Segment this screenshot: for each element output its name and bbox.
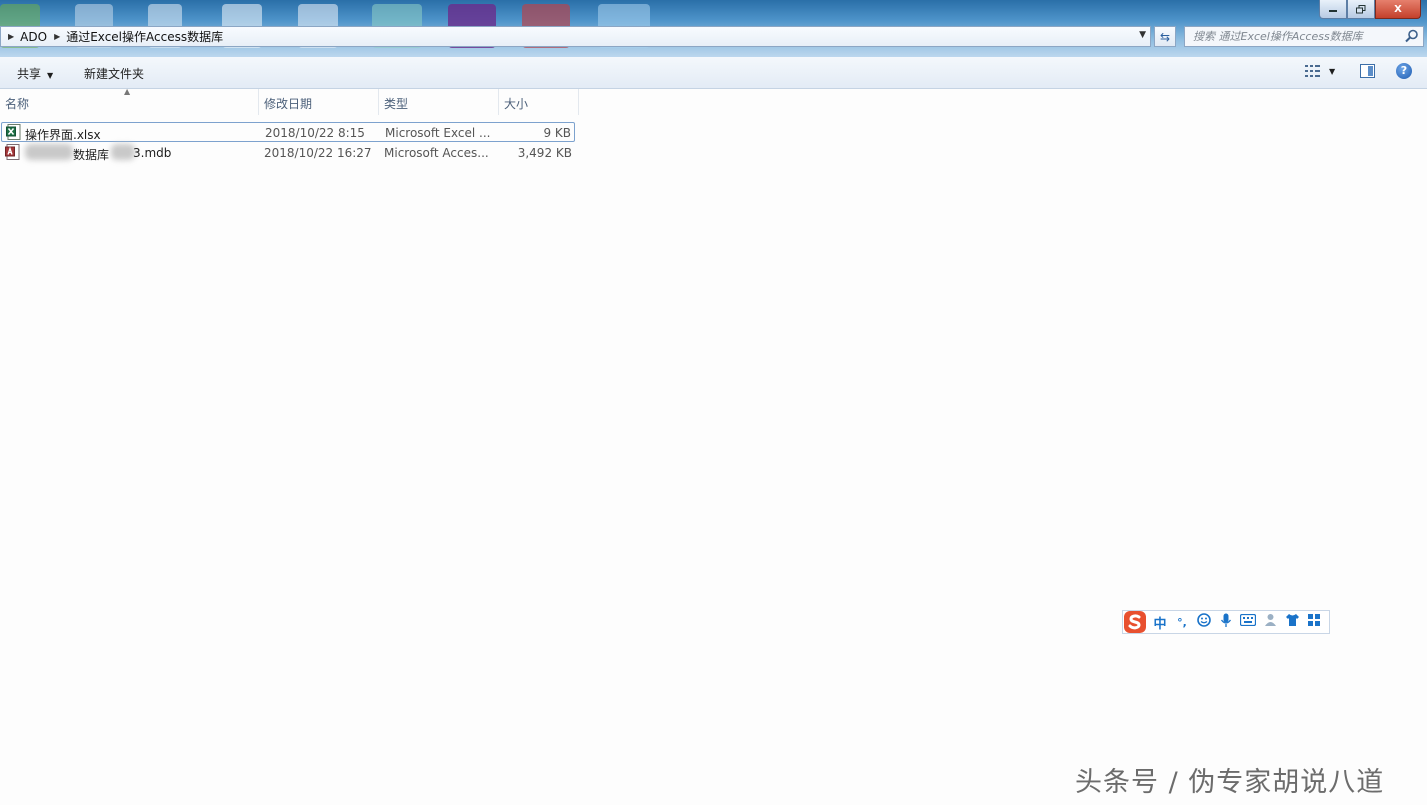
command-bar: 共享 ▼ 新建文件夹 ▼ ? xyxy=(0,57,1427,89)
window-controls: X xyxy=(1319,0,1421,19)
sogou-logo-icon[interactable] xyxy=(1123,610,1149,634)
close-icon: X xyxy=(1394,3,1402,15)
excel-file-icon xyxy=(6,124,21,140)
redacted-text xyxy=(25,144,73,160)
column-type[interactable]: 类型 xyxy=(379,89,499,115)
breadcrumb-item[interactable]: ADO xyxy=(20,30,47,44)
file-row[interactable]: 操作界面.xlsx 2018/10/22 8:15 Microsoft Exce… xyxy=(1,122,575,142)
file-type: Microsoft Acces... xyxy=(384,146,489,160)
keyboard-icon[interactable] xyxy=(1237,613,1259,630)
column-size[interactable]: 大小 xyxy=(499,89,579,115)
file-row[interactable]: 数据库 3.mdb 2018/10/22 16:27 Microsoft Acc… xyxy=(1,143,575,163)
help-icon[interactable]: ? xyxy=(1396,63,1412,79)
minimize-icon xyxy=(1329,10,1337,12)
new-folder-label: 新建文件夹 xyxy=(84,67,145,81)
user-icon[interactable] xyxy=(1259,613,1281,631)
emoji-icon[interactable] xyxy=(1193,613,1215,631)
search-input[interactable] xyxy=(1185,29,1405,44)
ime-punctuation-toggle[interactable]: °, xyxy=(1171,616,1193,629)
column-header-row: ▲ 名称 修改日期 类型 大小 xyxy=(0,87,580,115)
address-dropdown-icon[interactable]: ▼ xyxy=(1139,30,1146,40)
details-view-icon xyxy=(1305,65,1320,77)
ime-mode-toggle[interactable]: 中 xyxy=(1149,613,1171,632)
new-folder-button[interactable]: 新建文件夹 xyxy=(84,65,144,82)
file-type: Microsoft Excel ... xyxy=(385,126,491,140)
toolbox-icon[interactable] xyxy=(1303,613,1325,631)
restore-button[interactable] xyxy=(1347,0,1375,19)
breadcrumb-item[interactable]: 通过Excel操作Access数据库 xyxy=(66,28,223,45)
column-date-modified[interactable]: 修改日期 xyxy=(259,89,379,115)
share-button[interactable]: 共享 ▼ xyxy=(17,65,53,82)
minimize-button[interactable] xyxy=(1319,0,1347,19)
skin-icon[interactable] xyxy=(1281,613,1303,631)
refresh-button[interactable]: ⇆ xyxy=(1154,26,1176,47)
title-bar: X ▶ ADO ▶ 通过Excel操作Access数据库 ▼ ⇆ xyxy=(0,0,1427,57)
breadcrumb-arrow-icon[interactable]: ▶ xyxy=(54,32,60,41)
file-date: 2018/10/22 8:15 xyxy=(265,126,365,140)
ime-toolbar[interactable]: 中 °, xyxy=(1122,610,1330,634)
chevron-down-icon: ▼ xyxy=(47,71,54,80)
address-bar[interactable]: ▶ ADO ▶ 通过Excel操作Access数据库 ▼ xyxy=(0,26,1151,47)
search-icon[interactable] xyxy=(1405,29,1419,43)
column-name[interactable]: 名称 xyxy=(0,89,259,115)
chevron-down-icon: ▼ xyxy=(1329,66,1336,76)
file-name: 操作界面.xlsx xyxy=(25,128,101,142)
file-date: 2018/10/22 16:27 xyxy=(264,146,372,160)
watermark: 头条号 / 伪专家胡说八道 xyxy=(1075,767,1385,798)
file-size: 3,492 KB xyxy=(517,146,572,160)
close-button[interactable]: X xyxy=(1375,0,1421,19)
microphone-icon[interactable] xyxy=(1215,613,1237,632)
file-size: 9 KB xyxy=(543,126,571,140)
refresh-icon: ⇆ xyxy=(1159,29,1171,44)
redacted-text xyxy=(111,144,135,160)
access-file-icon xyxy=(5,144,20,160)
change-view-button[interactable]: ▼ xyxy=(1305,65,1335,77)
breadcrumb-arrow-icon[interactable]: ▶ xyxy=(8,32,14,41)
search-box[interactable] xyxy=(1184,26,1424,47)
restore-icon xyxy=(1356,4,1366,13)
file-name-suffix: 3.mdb xyxy=(133,146,172,160)
share-label: 共享 xyxy=(17,67,42,81)
preview-pane-icon[interactable] xyxy=(1360,64,1375,78)
file-name: 数据库 xyxy=(73,148,110,162)
